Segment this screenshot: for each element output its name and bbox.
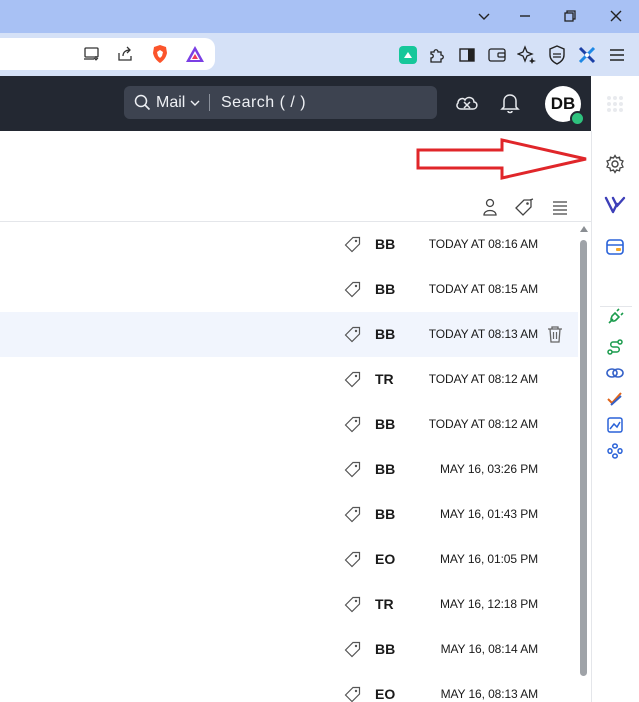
wallet-icon[interactable] — [485, 43, 509, 67]
sidebar-toggle-icon[interactable] — [455, 43, 479, 67]
settings-gear-icon[interactable] — [604, 153, 626, 175]
sender-initials: BB — [375, 326, 396, 342]
search-icon — [134, 94, 151, 111]
label-tag-icon[interactable] — [344, 506, 361, 523]
message-row[interactable]: EO MAY 16, 08:13 AM — [0, 672, 578, 702]
message-date: MAY 16, 08:13 AM — [440, 687, 538, 701]
sender-initials: EO — [375, 686, 396, 702]
message-date: MAY 16, 01:43 PM — [439, 507, 538, 521]
message-date: TODAY AT 08:15 AM — [428, 282, 538, 296]
message-date: TODAY AT 08:16 AM — [428, 237, 538, 251]
plug-icon[interactable] — [604, 306, 626, 328]
grid-puzzle-icon[interactable] — [604, 440, 626, 462]
message-date: MAY 16, 12:18 PM — [439, 597, 538, 611]
scroll-up-arrow[interactable] — [580, 226, 588, 232]
leo-ai-icon[interactable] — [515, 43, 539, 67]
route-icon[interactable] — [604, 336, 626, 358]
sender-initials: EO — [375, 551, 396, 567]
image-chart-icon[interactable] — [604, 414, 626, 436]
message-date: TODAY AT 08:12 AM — [428, 417, 538, 431]
message-date: MAY 16, 03:26 PM — [439, 462, 538, 476]
message-date: TODAY AT 08:12 AM — [428, 372, 538, 386]
search-scope-label: Mail — [156, 93, 186, 111]
pencil-check-icon[interactable] — [604, 388, 626, 410]
extensions-puzzle-icon[interactable] — [425, 43, 449, 67]
message-date: TODAY AT 08:13 AM — [428, 327, 538, 341]
sender-initials: BB — [375, 236, 396, 252]
message-row[interactable]: TR TODAY AT 08:12 AM — [0, 357, 578, 403]
browser-title-bar — [0, 0, 639, 33]
brave-rewards-icon[interactable] — [183, 42, 207, 66]
sender-initials: BB — [375, 506, 396, 522]
restore-icon[interactable] — [557, 4, 583, 28]
notifications-bell-icon[interactable] — [496, 89, 524, 117]
share-icon[interactable] — [113, 42, 137, 66]
message-date: MAY 16, 01:05 PM — [439, 552, 538, 566]
message-row[interactable]: TR MAY 16, 12:18 PM — [0, 582, 578, 628]
message-row[interactable]: BB TODAY AT 08:12 AM — [0, 402, 578, 448]
cast-icon[interactable] — [80, 42, 104, 66]
search-input[interactable]: Search ( / ) — [221, 86, 306, 119]
right-sidebar — [591, 131, 639, 702]
search-divider — [209, 94, 210, 111]
apps-grid-icon[interactable] — [601, 90, 629, 118]
address-bar[interactable] — [0, 38, 215, 70]
wallet-card-icon[interactable] — [604, 236, 626, 258]
message-row[interactable]: BB MAY 16, 01:43 PM — [0, 492, 578, 538]
offline-cloud-icon[interactable] — [453, 89, 481, 117]
vivaldi-icon[interactable] — [604, 194, 626, 216]
contact-person-icon[interactable] — [480, 197, 500, 217]
link-icon[interactable] — [604, 362, 626, 384]
extension-app-icon[interactable] — [396, 43, 420, 67]
tag-icon[interactable] — [514, 197, 534, 217]
sender-initials: TR — [375, 596, 394, 612]
tab-search-chevron-down-icon[interactable] — [471, 4, 497, 28]
list-menu-icon[interactable] — [550, 197, 570, 217]
label-tag-icon[interactable] — [344, 371, 361, 388]
label-tag-icon[interactable] — [344, 461, 361, 478]
label-tag-icon[interactable] — [344, 641, 361, 658]
message-row[interactable]: EO MAY 16, 01:05 PM — [0, 537, 578, 583]
mail-header: Mail Search ( / ) DB — [0, 76, 623, 131]
message-date: MAY 16, 08:14 AM — [440, 642, 538, 656]
label-tag-icon[interactable] — [344, 416, 361, 433]
message-list: BB TODAY AT 08:16 AM BB TODAY AT 08:15 AM BB… — [0, 222, 578, 702]
presence-status-dot — [570, 111, 585, 126]
close-icon[interactable] — [603, 4, 629, 28]
search-scope-dropdown[interactable]: Mail — [134, 86, 200, 119]
vpn-icon[interactable] — [545, 43, 569, 67]
sender-initials: BB — [375, 461, 396, 477]
sender-initials: BB — [375, 281, 396, 297]
message-row[interactable]: BB TODAY AT 08:16 AM — [0, 222, 578, 268]
annotation-arrow — [416, 138, 587, 180]
search-bar[interactable]: Mail Search ( / ) — [124, 86, 437, 119]
brave-shields-icon[interactable] — [148, 42, 172, 66]
chevron-down-icon — [190, 100, 200, 106]
browser-toolbar — [0, 33, 639, 76]
label-tag-icon[interactable] — [344, 281, 361, 298]
message-row[interactable]: BB MAY 16, 03:26 PM — [0, 447, 578, 493]
delete-trash-icon[interactable] — [547, 325, 565, 343]
label-tag-icon[interactable] — [344, 686, 361, 702]
extension-x-icon[interactable] — [575, 43, 599, 67]
message-row[interactable]: BB MAY 16, 08:14 AM — [0, 627, 578, 673]
message-row[interactable]: BB TODAY AT 08:15 AM — [0, 267, 578, 313]
label-tag-icon[interactable] — [344, 236, 361, 253]
scrollbar-thumb[interactable] — [580, 240, 587, 676]
label-tag-icon[interactable] — [344, 326, 361, 343]
message-row[interactable]: BB TODAY AT 08:13 AM — [0, 312, 578, 358]
sender-initials: TR — [375, 371, 394, 387]
minimize-icon[interactable] — [512, 4, 538, 28]
label-tag-icon[interactable] — [344, 596, 361, 613]
sender-initials: BB — [375, 416, 396, 432]
menu-icon[interactable] — [605, 43, 629, 67]
sender-initials: BB — [375, 641, 396, 657]
label-tag-icon[interactable] — [344, 551, 361, 568]
